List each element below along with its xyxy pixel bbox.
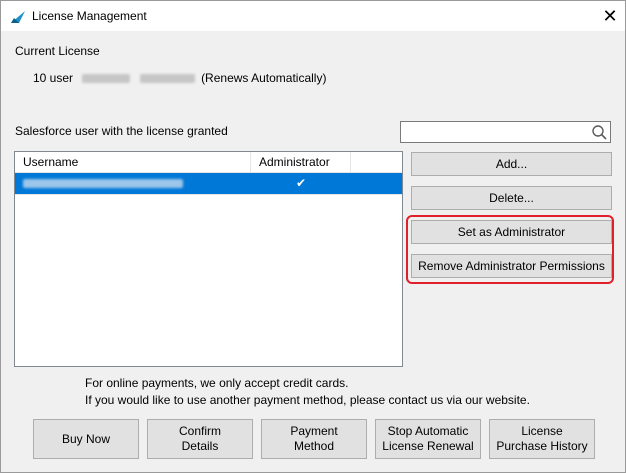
license-user-count: 10 user — [33, 71, 74, 85]
table-row[interactable]: ✔ — [15, 173, 402, 194]
user-search-input[interactable] — [404, 124, 588, 142]
users-section-heading: Salesforce user with the license granted — [15, 124, 228, 138]
licensed-users-table[interactable]: Username Administrator ✔ — [14, 151, 403, 367]
administrator-checkmark-icon: ✔ — [295, 176, 307, 190]
license-purchase-history-button[interactable]: License Purchase History — [489, 419, 595, 459]
column-header-administrator[interactable]: Administrator — [251, 152, 351, 172]
payment-method-button[interactable]: Payment Method — [261, 419, 367, 459]
column-header-administrator-label: Administrator — [259, 155, 330, 169]
close-button[interactable]: ✕ — [595, 1, 625, 31]
remove-administrator-permissions-button[interactable]: Remove Administrator Permissions — [411, 254, 612, 278]
row-divider — [15, 194, 402, 195]
renewal-status: (Renews Automatically) — [201, 71, 327, 85]
set-as-administrator-button[interactable]: Set as Administrator — [411, 220, 612, 244]
column-header-username-label: Username — [23, 155, 79, 169]
user-search-box[interactable] — [400, 121, 611, 143]
stop-automatic-renewal-button[interactable]: Stop Automatic License Renewal — [375, 419, 481, 459]
license-management-window: License Management ✕ Current License 10 … — [0, 0, 626, 473]
table-header: Username Administrator — [15, 152, 402, 173]
payment-notice-line-2: If you would like to use another payment… — [85, 393, 530, 407]
redacted-username — [23, 179, 183, 188]
payment-notice-line-1: For online payments, we only accept cred… — [85, 376, 349, 390]
delete-button[interactable]: Delete... — [411, 186, 612, 210]
close-icon: ✕ — [602, 5, 618, 26]
app-logo-icon — [11, 11, 25, 23]
buy-now-button[interactable]: Buy Now — [33, 419, 139, 459]
window-title: License Management — [32, 9, 147, 23]
search-icon[interactable] — [591, 124, 608, 141]
title-bar: License Management ✕ — [1, 1, 625, 31]
redacted-license-key-2 — [139, 74, 195, 84]
add-button[interactable]: Add... — [411, 152, 612, 176]
current-license-info: 10 user (Renews Automatically) — [33, 71, 326, 85]
confirm-details-button[interactable]: Confirm Details — [147, 419, 253, 459]
column-header-username[interactable]: Username — [15, 152, 251, 172]
current-license-heading: Current License — [15, 44, 100, 58]
redacted-license-key-1 — [82, 74, 131, 84]
